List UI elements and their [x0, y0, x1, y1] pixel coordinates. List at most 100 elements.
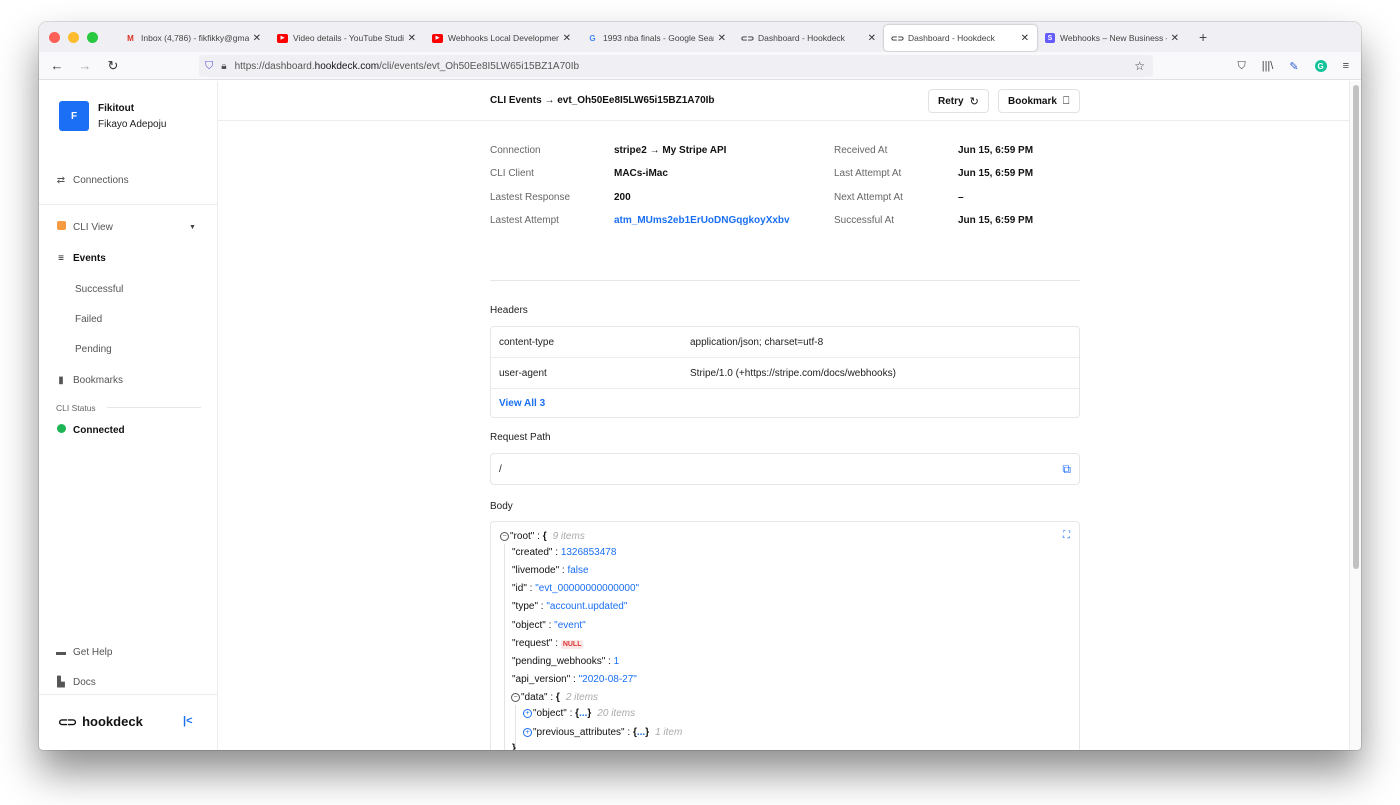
- browser-tab-active[interactable]: ⊂⊃ Dashboard - Hookdeck ✕: [884, 25, 1037, 51]
- sidebar: F Fikitout Fikayo Adepoju ⇄ Connections …: [39, 81, 218, 750]
- close-tab-icon[interactable]: ✕: [1171, 33, 1179, 44]
- tab-title: Webhooks Local Development u: [448, 33, 559, 43]
- json-key: "livemode": [512, 565, 560, 576]
- successful-at-value: Jun 15, 6:59 PM: [958, 215, 1034, 226]
- lock-icon[interactable]: 🔒︎: [221, 61, 226, 72]
- sidebar-item-label: Get Help: [73, 647, 113, 658]
- sidebar-item-label: Events: [73, 253, 106, 264]
- chevron-down-icon[interactable]: ▼: [189, 224, 196, 231]
- bookmark-star-icon[interactable]: ☆: [1134, 59, 1145, 73]
- youtube-icon: ▶: [277, 33, 288, 43]
- body-title: Body: [490, 501, 513, 512]
- sidebar-item-events[interactable]: ≡ Events: [56, 253, 106, 264]
- new-tab-button[interactable]: +: [1199, 29, 1207, 45]
- maximize-window-button[interactable]: [87, 31, 98, 43]
- copy-icon[interactable]: ⧉: [1062, 462, 1071, 477]
- collapse-icon[interactable]: −: [511, 692, 520, 702]
- browser-tab[interactable]: S Webhooks – New Business – Str ✕: [1037, 25, 1187, 51]
- forward-icon[interactable]: →: [71, 58, 99, 73]
- navigation-bar: ← → ↻ ⛉ 🔒︎ https://dashboard. hookdeck.co…: [39, 52, 1361, 80]
- view-selector[interactable]: CLI View: [56, 221, 113, 233]
- detail-label: Last Attempt At: [834, 168, 902, 179]
- divider: [39, 204, 218, 205]
- detail-label: Lastest Response: [490, 192, 571, 203]
- json-separator: :: [605, 656, 614, 667]
- detail-row: Lastest Response 200 Next Attempt At –: [490, 192, 1080, 206]
- json-item-count: 2 items: [565, 692, 599, 703]
- sidebar-item-pending[interactable]: Pending: [75, 344, 112, 355]
- toolbar-icons: ⛉ |||\ ✎ G ≡: [1237, 52, 1349, 80]
- close-tab-icon[interactable]: ✕: [253, 33, 261, 44]
- json-separator: :: [545, 620, 555, 631]
- close-tab-icon[interactable]: ✕: [563, 33, 571, 44]
- bookmark-button[interactable]: Bookmark ⎕: [998, 89, 1080, 113]
- minimize-window-button[interactable]: [68, 31, 79, 43]
- scrollbar-thumb[interactable]: [1353, 85, 1359, 569]
- json-field-line: "livemode" : false: [512, 565, 589, 576]
- collapse-sidebar-icon[interactable]: |<: [183, 715, 193, 727]
- json-key: "pending_webhooks": [512, 656, 606, 667]
- retry-button[interactable]: Retry ↻: [928, 89, 989, 113]
- sidebar-item-successful[interactable]: Successful: [75, 284, 123, 295]
- browser-tab[interactable]: M Inbox (4,786) - fikfikky@gmail.c ✕: [117, 25, 269, 51]
- app: F Fikitout Fikayo Adepoju ⇄ Connections …: [39, 81, 1349, 750]
- back-icon[interactable]: ←: [43, 58, 71, 73]
- collapse-icon[interactable]: −: [500, 531, 509, 541]
- hookdeck-logo: ⊂⊃ hookdeck: [58, 714, 143, 729]
- gmail-icon: M: [127, 33, 134, 43]
- browser-tab[interactable]: ▶ Webhooks Local Development u ✕: [424, 25, 579, 51]
- close-tab-icon[interactable]: ✕: [408, 33, 416, 44]
- library-icon[interactable]: |||\: [1262, 60, 1274, 72]
- bookmarks-icon: ▮: [58, 375, 64, 386]
- json-item-count: 20 items: [597, 708, 636, 719]
- browser-tab[interactable]: ▶ Video details - YouTube Studio ✕: [269, 25, 424, 51]
- close-tab-icon[interactable]: ✕: [1021, 33, 1029, 44]
- shield-icon[interactable]: ⛉: [205, 60, 213, 73]
- bookmark-label: Bookmark: [1008, 95, 1057, 107]
- grammarly-icon[interactable]: G: [1314, 60, 1327, 72]
- table-row: user-agent Stripe/1.0 (+https://stripe.c…: [491, 358, 1079, 389]
- divider: [39, 694, 218, 695]
- detail-label: Connection: [490, 145, 541, 156]
- sidebar-item-failed[interactable]: Failed: [75, 314, 102, 325]
- close-window-button[interactable]: [49, 31, 60, 43]
- connection-value[interactable]: stripe2 → My Stripe API: [614, 145, 726, 156]
- json-separator: :: [552, 547, 561, 558]
- sidebar-item-docs[interactable]: ▙ Docs: [56, 677, 96, 688]
- scrollbar[interactable]: [1349, 81, 1361, 750]
- url-bar[interactable]: ⛉ 🔒︎ https://dashboard. hookdeck.com/cli/…: [199, 55, 1153, 77]
- expand-node-icon[interactable]: +: [523, 708, 532, 718]
- sidebar-item-connections[interactable]: ⇄ Connections: [56, 175, 129, 186]
- sidebar-item-label: Docs: [73, 677, 96, 688]
- org-switcher[interactable]: F Fikitout Fikayo Adepoju: [39, 81, 217, 131]
- breadcrumb: CLI Events → evt_Oh50Ee8I5LW65i15BZ1A70I…: [490, 95, 715, 106]
- table-row: content-type application/json; charset=u…: [491, 327, 1079, 358]
- sidebar-item-label: CLI View: [73, 221, 113, 233]
- json-collapsed-value[interactable]: {...}: [575, 708, 591, 719]
- expand-node-icon[interactable]: +: [523, 727, 532, 737]
- document-icon: ▙: [57, 677, 65, 688]
- expand-icon[interactable]: ⛶: [1063, 530, 1070, 541]
- eyedropper-icon[interactable]: ✎: [1289, 60, 1298, 73]
- close-tab-icon[interactable]: ✕: [868, 33, 876, 44]
- json-brace: {: [555, 692, 560, 703]
- json-separator: :: [534, 531, 543, 542]
- json-collapsed-value[interactable]: {...}: [633, 727, 649, 738]
- sidebar-item-bookmarks[interactable]: ▮ Bookmarks: [56, 375, 123, 386]
- bookmark-icon: ⎕: [1062, 94, 1070, 107]
- browser-tab[interactable]: G 1993 nba finals - Google Search ✕: [579, 25, 734, 51]
- youtube-icon: ▶: [432, 33, 443, 43]
- latest-attempt-link[interactable]: atm_MUms2eb1ErUoDNGqgkoyXxbv: [614, 215, 790, 226]
- json-brace: {: [542, 531, 547, 542]
- pocket-icon[interactable]: ⛉: [1237, 60, 1245, 73]
- close-tab-icon[interactable]: ✕: [718, 33, 726, 44]
- json-value: "evt_00000000000000": [535, 583, 640, 594]
- view-all-headers-link[interactable]: View All 3: [499, 398, 545, 409]
- detail-label: Received At: [834, 145, 888, 156]
- sidebar-item-help[interactable]: ▬ Get Help: [56, 647, 112, 658]
- reload-icon[interactable]: ↻: [99, 58, 127, 74]
- json-key: "created": [512, 547, 553, 558]
- header-key: content-type: [499, 337, 555, 348]
- menu-icon[interactable]: ≡: [1343, 60, 1349, 72]
- browser-tab[interactable]: ⊂⊃ Dashboard - Hookdeck ✕: [734, 25, 884, 51]
